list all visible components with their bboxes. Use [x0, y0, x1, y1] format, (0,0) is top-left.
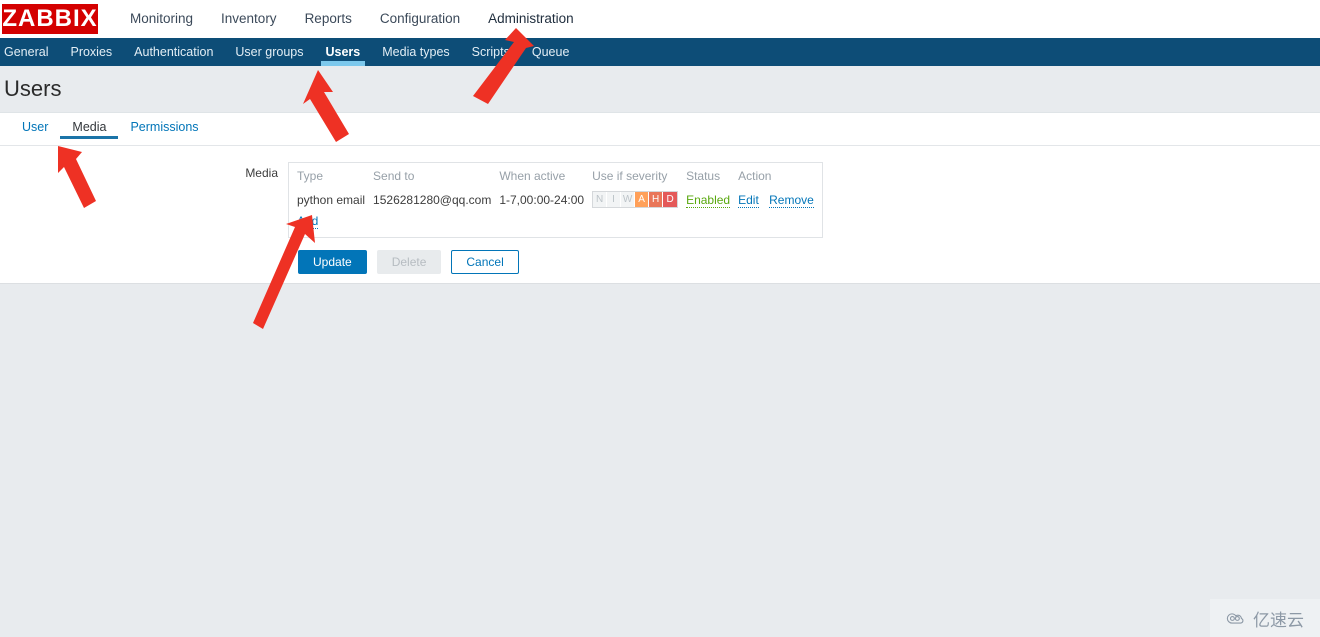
severity-badge-h: H: [649, 192, 664, 207]
nav-item-inventory[interactable]: Inventory: [207, 0, 291, 38]
tab-media[interactable]: Media: [60, 113, 119, 139]
sub-navigation: General Proxies Authentication User grou…: [0, 38, 1320, 66]
severity-badge-a: A: [635, 192, 650, 207]
update-button[interactable]: Update: [298, 250, 367, 274]
media-add-row: Add: [297, 211, 814, 231]
column-header-type: Type: [297, 169, 324, 183]
nav-item-configuration[interactable]: Configuration: [366, 0, 474, 38]
remove-link[interactable]: Remove: [769, 192, 814, 208]
cancel-button[interactable]: Cancel: [451, 250, 519, 274]
media-form-row: Media Type Send to When active Use if se…: [0, 146, 1320, 238]
status-badge[interactable]: Enabled: [686, 192, 731, 208]
subnav-item-queue[interactable]: Queue: [521, 38, 581, 66]
column-header-use-if-severity: Use if severity: [592, 169, 668, 183]
top-header: ZABBIX Monitoring Inventory Reports Conf…: [0, 0, 1320, 38]
user-form-panel: User Media Permissions Media Type Send t…: [0, 113, 1320, 284]
subnav-item-media-types[interactable]: Media types: [371, 38, 460, 66]
cell-severity: N I W A H D: [592, 188, 686, 211]
severity-badge-d: D: [663, 192, 678, 207]
zabbix-logo[interactable]: ZABBIX: [2, 4, 98, 34]
watermark: 亿速云: [1210, 599, 1320, 637]
column-header-status: Status: [686, 169, 721, 183]
cell-action: Edit Remove: [738, 188, 814, 211]
delete-button: Delete: [376, 250, 442, 274]
main-navigation: Monitoring Inventory Reports Configurati…: [116, 0, 588, 38]
watermark-text: 亿速云: [1253, 610, 1304, 630]
nav-item-reports[interactable]: Reports: [291, 0, 366, 38]
column-header-send-to: Send to: [373, 169, 415, 183]
nav-item-monitoring[interactable]: Monitoring: [116, 0, 207, 38]
subnav-item-general[interactable]: General: [0, 38, 59, 66]
media-table-header-row: Type Send to When active Use if severity…: [297, 164, 814, 188]
severity-badge-group: N I W A H D: [592, 191, 679, 208]
subnav-item-users[interactable]: Users: [315, 38, 372, 66]
form-tabs: User Media Permissions: [0, 113, 1320, 146]
subnav-item-user-groups[interactable]: User groups: [224, 38, 314, 66]
page-title: Users: [4, 76, 62, 101]
cell-send-to: 1526281280@qq.com: [373, 192, 492, 207]
subnav-item-authentication[interactable]: Authentication: [123, 38, 224, 66]
cell-status: Enabled: [686, 188, 738, 211]
cell-media-type: python email: [297, 192, 366, 207]
tab-user[interactable]: User: [10, 113, 60, 138]
nav-item-administration[interactable]: Administration: [474, 0, 588, 38]
cell-add: Add: [297, 211, 814, 231]
page-title-bar: Users: [0, 66, 1320, 113]
form-action-buttons: Update Delete Cancel: [0, 238, 1320, 274]
tab-permissions[interactable]: Permissions: [118, 113, 210, 138]
severity-badge-w: W: [621, 192, 636, 207]
edit-link[interactable]: Edit: [738, 192, 759, 208]
subnav-item-scripts[interactable]: Scripts: [461, 38, 521, 66]
column-header-when-active: When active: [499, 169, 566, 183]
subnav-item-proxies[interactable]: Proxies: [59, 38, 123, 66]
cloud-icon: [1226, 613, 1244, 624]
media-table-container: Type Send to When active Use if severity…: [288, 162, 823, 238]
media-table: Type Send to When active Use if severity…: [297, 164, 814, 231]
cell-when-active: 1-7,00:00-24:00: [499, 192, 585, 207]
add-media-link[interactable]: Add: [297, 214, 319, 229]
media-field-label: Media: [245, 166, 278, 180]
table-row: python email 1526281280@qq.com 1-7,00:00…: [297, 188, 814, 211]
column-header-action: Action: [738, 169, 772, 183]
severity-badge-i: I: [607, 192, 622, 207]
severity-badge-n: N: [593, 192, 608, 207]
